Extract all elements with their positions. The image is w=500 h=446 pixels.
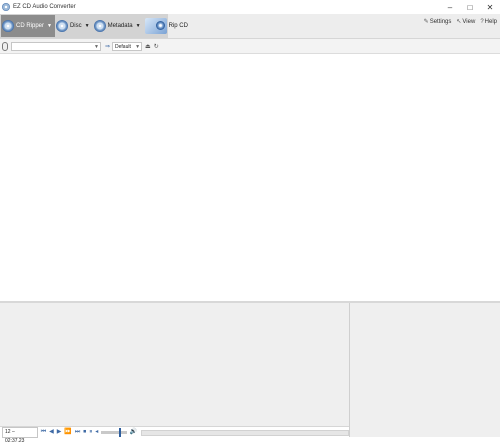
- disc-label: Disc: [69, 23, 82, 29]
- maximize-button[interactable]: □: [460, 0, 480, 14]
- chevron-down-icon: ▼: [135, 23, 141, 29]
- profile-select[interactable]: Default ▼: [112, 41, 143, 51]
- cd-ripper-label: CD Ripper: [16, 23, 45, 29]
- track-list[interactable]: [0, 54, 500, 301]
- volume-slider[interactable]: [101, 428, 127, 437]
- wrench-icon: ✎: [423, 19, 429, 25]
- settings-button[interactable]: ✎ Settings: [423, 18, 452, 26]
- drive-select[interactable]: ▼: [11, 41, 101, 51]
- volume-down-icon[interactable]: ◂: [95, 428, 98, 437]
- help-icon: ?: [480, 18, 484, 25]
- disc-button[interactable]: Disc ▼: [55, 15, 93, 37]
- arrow-right-icon: ⇒: [105, 43, 111, 50]
- drive-toolbar: ▼ ⇒ Default ▼ ⏏ ↻: [0, 39, 500, 54]
- app-icon: [2, 3, 10, 11]
- minimize-button[interactable]: –: [440, 0, 460, 14]
- chevron-down-icon: ▼: [94, 43, 99, 50]
- play-icon[interactable]: ▶: [57, 428, 62, 437]
- view-label: View: [462, 18, 476, 25]
- eject-icon[interactable]: ⏏: [145, 43, 151, 50]
- cd-ripper-icon: [2, 20, 14, 32]
- view-icon: ↖: [456, 19, 462, 25]
- ribbon: CD Ripper ▼ Disc ▼ Metadata ▼ Rip CD ✎ S…: [0, 14, 500, 39]
- window-controls: – □ ✕: [440, 0, 500, 14]
- view-button[interactable]: ↖ View: [456, 18, 476, 26]
- disc-icon: [55, 20, 68, 32]
- volume-slider-thumb[interactable]: [119, 428, 122, 437]
- drive-icon: [2, 41, 8, 51]
- chevron-down-icon: ▼: [47, 23, 52, 29]
- metadata-icon: [93, 20, 106, 32]
- rip-cd-button[interactable]: Rip CD: [144, 15, 191, 37]
- rewind-icon[interactable]: ◀: [49, 428, 54, 437]
- rip-cd-icon: [144, 18, 167, 34]
- stop-icon[interactable]: ⏹: [83, 428, 86, 437]
- help-label: Help: [484, 18, 497, 25]
- pause-icon[interactable]: ⏸: [89, 428, 92, 437]
- window-title: EZ CD Audio Converter: [13, 4, 76, 10]
- skip-forward-icon[interactable]: ⏭: [75, 428, 80, 437]
- settings-label: Settings: [429, 18, 452, 25]
- metadata-button[interactable]: Metadata ▼: [93, 15, 144, 37]
- ribbon-right-group: ✎ Settings ↖ View ? Help: [423, 18, 497, 26]
- speaker-icon[interactable]: 🔊: [130, 428, 137, 437]
- refresh-icon[interactable]: ↻: [154, 43, 159, 50]
- profile-select-value: Default: [115, 43, 131, 50]
- skip-back-icon[interactable]: ⏮: [41, 428, 46, 437]
- rip-cd-label: Rip CD: [168, 23, 188, 29]
- fast-forward-icon[interactable]: ⏩: [64, 428, 71, 437]
- help-button[interactable]: ? Help: [480, 19, 497, 25]
- metadata-panel: [0, 303, 349, 426]
- chevron-down-icon: ▼: [135, 43, 141, 50]
- cover-art-panel: [350, 303, 500, 437]
- close-button[interactable]: ✕: [480, 0, 500, 14]
- seek-bar[interactable]: [141, 429, 349, 436]
- time-display: 12 – 02:37.23: [2, 427, 38, 444]
- player-bar: 12 – 02:37.23 ⏮ ◀ ▶ ⏩ ⏭ ⏹ ⏸ ◂ 🔊: [0, 426, 349, 444]
- chevron-down-icon: ▼: [84, 23, 90, 29]
- ribbon-main-group: CD Ripper ▼ Disc ▼ Metadata ▼ Rip CD: [0, 14, 188, 38]
- title-bar: EZ CD Audio Converter – □ ✕: [0, 0, 500, 14]
- metadata-label: Metadata: [107, 23, 133, 29]
- cd-ripper-button[interactable]: CD Ripper ▼: [1, 15, 55, 37]
